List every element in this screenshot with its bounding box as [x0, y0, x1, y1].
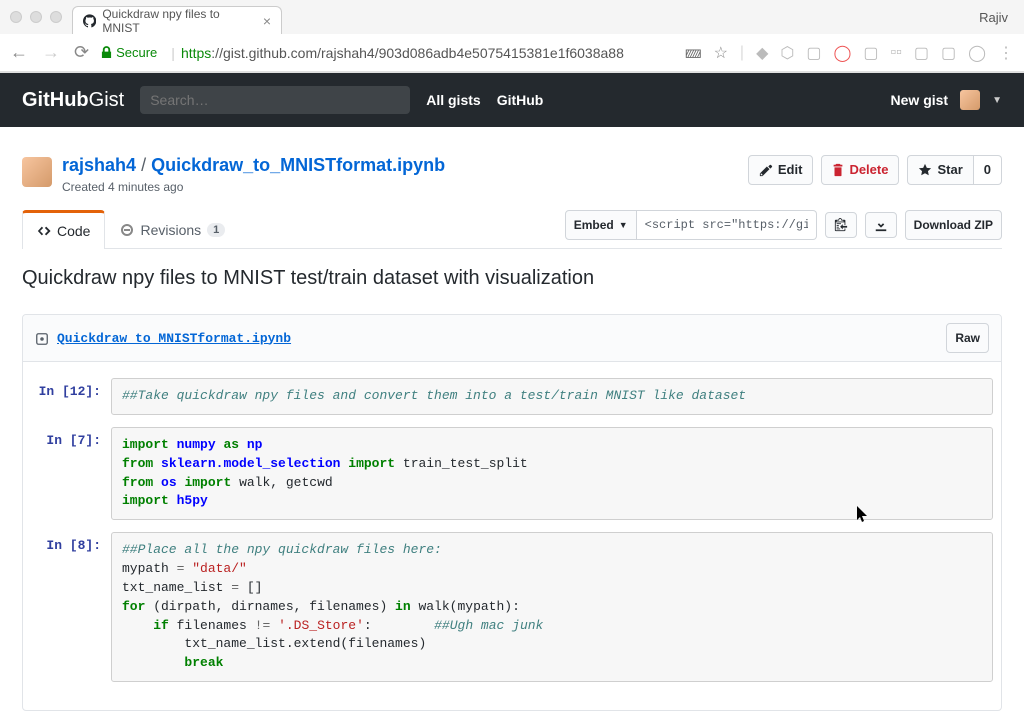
cell-code[interactable]: ##Take quickdraw npy files and convert t… [111, 378, 993, 415]
code-icon [37, 224, 51, 238]
notebook-cell: In [8]: ##Place all the npy quickdraw fi… [31, 532, 993, 682]
new-gist-link[interactable]: New gist [891, 92, 949, 108]
embed-code-input[interactable] [637, 210, 817, 240]
copy-button[interactable] [825, 212, 857, 238]
star-button[interactable]: Star [907, 155, 973, 185]
gist-description: Quickdraw npy files to MNIST test/train … [22, 249, 1002, 298]
tabs-row: Code Revisions 1 Embed ▼ Download ZIP [22, 210, 1002, 249]
github-gist-logo[interactable]: GitHubGist [22, 89, 124, 112]
close-window-icon[interactable] [10, 11, 22, 23]
gist-filename-link[interactable]: Quickdraw_to_MNISTformat.ipynb [151, 155, 445, 175]
file-box: Quickdraw_to_MNISTformat.ipynb Raw In [1… [22, 314, 1002, 711]
translate-icon[interactable]: 🝙 [685, 36, 702, 69]
reload-icon[interactable]: ⟳ [74, 42, 89, 63]
owner-link[interactable]: rajshah4 [62, 155, 136, 175]
tab-code[interactable]: Code [22, 210, 105, 249]
star-count[interactable]: 0 [974, 155, 1002, 185]
download-icon-button[interactable] [865, 212, 897, 238]
forward-icon[interactable]: → [42, 42, 60, 63]
url-bar[interactable]: Secure | https://gist.github.com/rajshah… [101, 45, 673, 61]
window-controls [10, 11, 62, 23]
jupyter-icon [35, 330, 49, 346]
cell-prompt: In [8]: [31, 532, 111, 682]
ext-icon[interactable]: ▢ [806, 43, 821, 63]
ext-icon[interactable]: ▢ [914, 43, 929, 63]
tab-close-icon[interactable]: × [263, 13, 271, 29]
owner-avatar[interactable] [22, 157, 52, 187]
browser-tab[interactable]: Quickdraw npy files to MNIST × [72, 6, 282, 34]
trash-icon [832, 163, 844, 177]
ext-icon[interactable]: ▫▫ [891, 44, 902, 62]
gist-header: rajshah4 / Quickdraw_to_MNISTformat.ipyn… [22, 143, 1002, 210]
header-nav: All gists GitHub [426, 92, 543, 108]
tab-title: Quickdraw npy files to MNIST [102, 7, 252, 35]
notebook-cell: In [12]: ##Take quickdraw npy files and … [31, 378, 993, 415]
bookmark-icon[interactable]: ☆ [714, 43, 728, 63]
cell-code[interactable]: import numpy as np from sklearn.model_se… [111, 427, 993, 520]
ext-icon[interactable]: ◯ [833, 43, 851, 63]
browser-extensions: 🝙 ☆ | ◆ ⬡ ▢ ◯ ▢ ▫▫ ▢ ▢ ◯ ⋮ [685, 36, 1014, 69]
browser-profile[interactable]: Rajiv [979, 10, 1014, 25]
delete-button[interactable]: Delete [821, 155, 899, 185]
ext-icon[interactable]: ⬡ [780, 43, 794, 63]
ext-icon[interactable]: ◆ [756, 43, 768, 63]
notebook-body: In [12]: ##Take quickdraw npy files and … [23, 362, 1001, 710]
gist-created: Created 4 minutes ago [62, 180, 445, 194]
pencil-icon [759, 163, 773, 177]
cell-code[interactable]: ##Place all the npy quickdraw files here… [111, 532, 993, 682]
diff-icon [120, 223, 134, 237]
download-icon [874, 218, 888, 232]
github-icon [83, 14, 96, 28]
edit-button[interactable]: Edit [748, 155, 814, 185]
browser-toolbar: ← → ⟳ Secure | https://gist.github.com/r… [0, 34, 1024, 72]
file-header: Quickdraw_to_MNISTformat.ipynb Raw [23, 315, 1001, 362]
raw-button[interactable]: Raw [946, 323, 989, 353]
lock-icon [101, 46, 112, 59]
profile-icon[interactable]: ◯ [968, 43, 986, 63]
avatar[interactable] [960, 90, 980, 110]
gist-title: rajshah4 / Quickdraw_to_MNISTformat.ipyn… [62, 155, 445, 176]
menu-icon[interactable]: ⋮ [998, 43, 1014, 63]
search-input[interactable] [140, 86, 410, 114]
nav-github[interactable]: GitHub [497, 92, 544, 108]
cell-prompt: In [7]: [31, 427, 111, 520]
star-icon [918, 163, 932, 177]
file-name-link[interactable]: Quickdraw_to_MNISTformat.ipynb [57, 331, 291, 346]
browser-tab-bar: Quickdraw npy files to MNIST × Rajiv [0, 0, 1024, 34]
notebook-cell: In [7]: import numpy as np from sklearn.… [31, 427, 993, 520]
tab-revisions[interactable]: Revisions 1 [105, 210, 240, 248]
star-button-group: Star 0 [907, 155, 1002, 185]
nav-all-gists[interactable]: All gists [426, 92, 480, 108]
ext-icon[interactable]: ▢ [863, 43, 878, 63]
minimize-window-icon[interactable] [30, 11, 42, 23]
download-zip-button[interactable]: Download ZIP [905, 210, 1002, 240]
maximize-window-icon[interactable] [50, 11, 62, 23]
revisions-count: 1 [207, 223, 225, 237]
chevron-down-icon[interactable]: ▼ [992, 95, 1002, 106]
github-header: GitHubGist All gists GitHub New gist ▼ [0, 73, 1024, 127]
nav-buttons: ← → ⟳ [10, 42, 89, 63]
secure-badge: Secure [101, 45, 157, 60]
embed-dropdown[interactable]: Embed ▼ [565, 210, 637, 240]
back-icon[interactable]: ← [10, 42, 28, 63]
browser-chrome: Quickdraw npy files to MNIST × Rajiv ← →… [0, 0, 1024, 73]
url-text: https://gist.github.com/rajshah4/903d086… [181, 45, 624, 61]
clipboard-icon [834, 218, 848, 232]
cell-prompt: In [12]: [31, 378, 111, 415]
ext-icon[interactable]: ▢ [941, 43, 956, 63]
